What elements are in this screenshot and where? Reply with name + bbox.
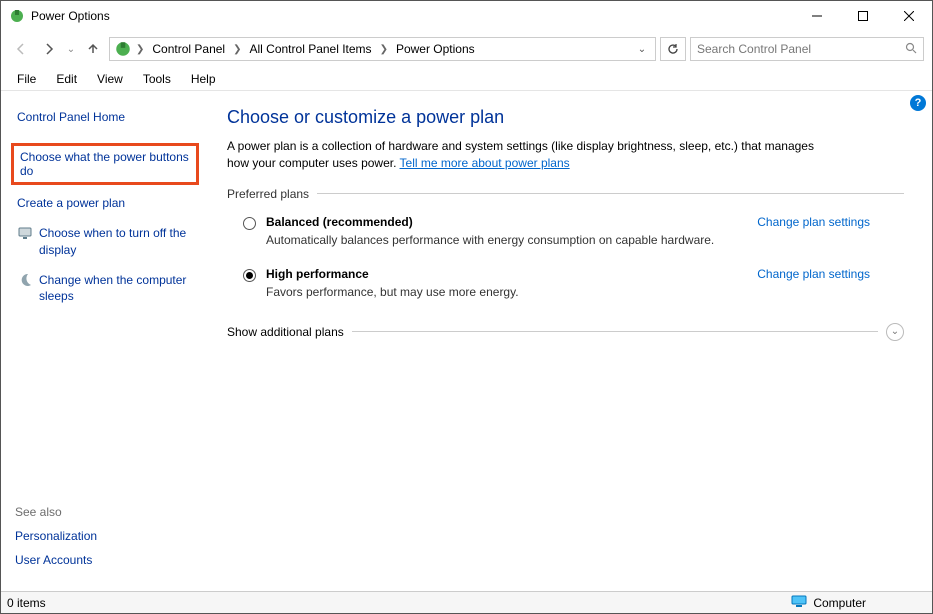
- status-bar: 0 items Computer: [1, 591, 932, 613]
- show-additional-plans[interactable]: Show additional plans ⌄: [227, 323, 904, 341]
- breadcrumb[interactable]: Control Panel: [148, 42, 229, 56]
- menu-view[interactable]: View: [89, 70, 131, 88]
- chevron-right-icon[interactable]: ❯: [231, 44, 243, 55]
- help-icon[interactable]: ?: [910, 95, 926, 111]
- menu-tools[interactable]: Tools: [135, 70, 179, 88]
- learn-more-link[interactable]: Tell me more about power plans: [400, 156, 570, 170]
- sidebar-item-label: Choose when to turn off the display: [39, 225, 197, 257]
- close-button[interactable]: [886, 1, 932, 31]
- see-also-heading: See also: [15, 505, 199, 519]
- title-bar: Power Options: [1, 1, 932, 31]
- menu-edit[interactable]: Edit: [48, 70, 85, 88]
- power-plan-icon: [114, 40, 132, 58]
- expand-label: Show additional plans: [227, 325, 344, 339]
- moon-icon: [17, 272, 33, 288]
- window-title: Power Options: [31, 9, 110, 23]
- recent-dropdown[interactable]: ⌄: [65, 44, 77, 55]
- maximize-button[interactable]: [840, 1, 886, 31]
- plan-description: Favors performance, but may use more ene…: [266, 285, 904, 299]
- main-content: ? Choose or customize a power plan A pow…: [209, 91, 932, 591]
- chevron-right-icon[interactable]: ❯: [378, 44, 390, 55]
- plan-balanced: Balanced (recommended) Change plan setti…: [227, 215, 904, 261]
- plan-name: Balanced (recommended): [266, 215, 413, 229]
- status-item-count: 0 items: [7, 596, 791, 610]
- plan-name: High performance: [266, 267, 369, 281]
- navigation-row: ⌄ ❯ Control Panel ❯ All Control Panel It…: [1, 31, 932, 67]
- page-title: Choose or customize a power plan: [227, 107, 904, 128]
- refresh-button[interactable]: [660, 37, 686, 61]
- radio-balanced[interactable]: [243, 217, 256, 230]
- breadcrumb[interactable]: All Control Panel Items: [246, 42, 376, 56]
- sidebar-item-label: Choose what the power buttons do: [20, 150, 189, 178]
- plan-high-performance: High performance Change plan settings Fa…: [227, 267, 904, 313]
- sidebar-item-label: Change when the computer sleeps: [39, 272, 197, 304]
- page-description: A power plan is a collection of hardware…: [227, 138, 827, 173]
- sidebar-item-label: Create a power plan: [17, 195, 125, 211]
- computer-icon: [791, 595, 807, 610]
- up-button[interactable]: [81, 37, 105, 61]
- radio-high-performance[interactable]: [243, 269, 256, 282]
- back-button[interactable]: [9, 37, 33, 61]
- minimize-button[interactable]: [794, 1, 840, 31]
- sidebar-item-sleep[interactable]: Change when the computer sleeps: [15, 268, 199, 308]
- sidebar: Control Panel Home Choose what the power…: [1, 91, 209, 591]
- see-also-section: See also Personalization User Accounts: [15, 505, 199, 577]
- power-options-icon: [9, 8, 25, 24]
- plan-description: Automatically balances performance with …: [266, 233, 904, 247]
- sidebar-item-display-off[interactable]: Choose when to turn off the display: [15, 221, 199, 261]
- search-placeholder: Search Control Panel: [697, 42, 905, 56]
- address-dropdown[interactable]: ⌄: [633, 44, 651, 55]
- menu-bar: File Edit View Tools Help: [1, 67, 932, 91]
- chevron-down-icon: ⌄: [886, 323, 904, 341]
- search-icon: [905, 42, 917, 57]
- address-bar[interactable]: ❯ Control Panel ❯ All Control Panel Item…: [109, 37, 656, 61]
- forward-button[interactable]: [37, 37, 61, 61]
- menu-file[interactable]: File: [9, 70, 44, 88]
- change-plan-settings-link[interactable]: Change plan settings: [757, 267, 904, 281]
- sidebar-home-link[interactable]: Control Panel Home: [15, 105, 199, 129]
- sidebar-item-create-plan[interactable]: Create a power plan: [15, 191, 199, 215]
- monitor-icon: [17, 225, 33, 241]
- search-input[interactable]: Search Control Panel: [690, 37, 924, 61]
- chevron-right-icon[interactable]: ❯: [134, 44, 146, 55]
- sidebar-item-power-buttons[interactable]: Choose what the power buttons do: [11, 143, 199, 185]
- change-plan-settings-link[interactable]: Change plan settings: [757, 215, 904, 229]
- breadcrumb[interactable]: Power Options: [392, 42, 479, 56]
- see-also-user-accounts[interactable]: User Accounts: [15, 553, 199, 567]
- see-also-personalization[interactable]: Personalization: [15, 529, 199, 543]
- preferred-plans-heading: Preferred plans: [227, 187, 904, 201]
- status-computer-label: Computer: [813, 596, 866, 610]
- menu-help[interactable]: Help: [183, 70, 224, 88]
